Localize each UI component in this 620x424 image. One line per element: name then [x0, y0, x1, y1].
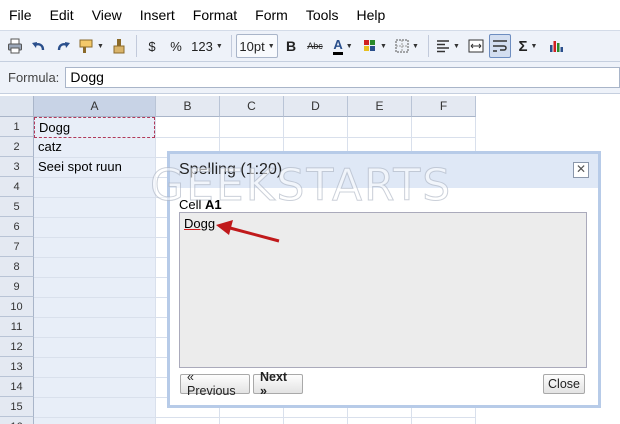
grid-line — [34, 417, 475, 418]
column-header-a[interactable]: A — [34, 96, 156, 117]
column-header-c[interactable]: C — [220, 96, 284, 117]
brush-icon — [113, 39, 125, 54]
menu-file[interactable]: File — [0, 7, 41, 23]
chevron-down-icon: ▼ — [530, 42, 538, 50]
dialog-title: Spelling (1:20) — [170, 154, 598, 188]
bold-button[interactable]: B — [280, 34, 302, 58]
redo-icon — [57, 42, 70, 51]
column-header-f[interactable]: F — [412, 96, 476, 117]
cell-a3[interactable]: Seei spot ruun — [34, 157, 155, 177]
align-button[interactable]: ▼ — [433, 34, 463, 58]
close-button[interactable]: Close — [543, 374, 585, 394]
row-header-2[interactable]: 2 — [0, 137, 34, 157]
borders-icon — [395, 39, 409, 53]
close-icon[interactable]: ✕ — [573, 162, 589, 178]
row-header-15[interactable]: 15 — [0, 397, 34, 417]
undo-icon — [32, 42, 45, 51]
toolbar-divider — [136, 35, 137, 57]
dialog-body: Spelling (1:20) ✕ Cell A1 Dogg « Previou… — [170, 154, 598, 405]
cell-a2[interactable]: catz — [34, 137, 155, 157]
borders-button[interactable]: ▼ — [392, 34, 422, 58]
wrap-text-button[interactable] — [489, 34, 511, 58]
formula-label: Formula: — [8, 70, 60, 85]
cell-a1[interactable]: Dogg — [34, 117, 155, 138]
menu-insert[interactable]: Insert — [131, 7, 184, 23]
paint-format-icon — [79, 39, 93, 53]
row-header-5[interactable]: 5 — [0, 197, 34, 217]
font-size-label: 10pt — [239, 38, 265, 54]
fill-color-icon — [364, 40, 376, 51]
spelling-dialog: Spelling (1:20) ✕ Cell A1 Dogg « Previou… — [167, 151, 601, 408]
chevron-down-icon: ▼ — [215, 42, 223, 50]
row-header-7[interactable]: 7 — [0, 237, 34, 257]
row-header-3[interactable]: 3 — [0, 157, 34, 177]
redo-button[interactable] — [52, 34, 74, 58]
chevron-down-icon: ▼ — [345, 42, 353, 50]
menu-help[interactable]: Help — [348, 7, 395, 23]
spreadsheet-window: File Edit View Insert Format Form Tools … — [0, 0, 620, 424]
number-format-button[interactable]: 123 ▼ — [189, 34, 225, 58]
cell-reference-value: A1 — [205, 197, 222, 212]
menu-view[interactable]: View — [83, 7, 131, 23]
merge-cells-button[interactable] — [465, 34, 487, 58]
formula-bar: Formula: Dogg — [0, 62, 620, 94]
insert-chart-button[interactable] — [545, 34, 567, 58]
number-format-label: 123 — [191, 38, 213, 54]
menu-format[interactable]: Format — [184, 7, 246, 23]
row-header-10[interactable]: 10 — [0, 297, 34, 317]
chevron-down-icon: ▼ — [380, 42, 387, 50]
align-left-icon — [437, 40, 450, 53]
text-color-icon: A — [333, 37, 343, 55]
chart-icon — [550, 41, 563, 52]
toolbar-divider — [231, 35, 232, 57]
wrap-text-icon — [493, 40, 507, 52]
format-menu-button[interactable]: ▼ — [76, 34, 106, 58]
row-header-4[interactable]: 4 — [0, 177, 34, 197]
column-header-b[interactable]: B — [156, 96, 220, 117]
toolbar: ▼ $ % 123 ▼ 10pt ▼ B Abc A ▼ ▼ ▼ ▼ Σ ▼ — [0, 30, 620, 62]
formula-input[interactable]: Dogg — [65, 67, 620, 88]
currency-button[interactable]: $ — [141, 34, 163, 58]
strikethrough-button[interactable]: Abc — [304, 34, 326, 58]
row-header-14[interactable]: 14 — [0, 377, 34, 397]
row-header-1[interactable]: 1 — [0, 117, 34, 137]
row-header-11[interactable]: 11 — [0, 317, 34, 337]
column-header-d[interactable]: D — [284, 96, 348, 117]
cell-reference: Cell A1 — [179, 197, 222, 212]
print-button[interactable] — [4, 34, 26, 58]
menu-tools[interactable]: Tools — [297, 7, 348, 23]
select-all-corner[interactable] — [0, 96, 34, 117]
chevron-down-icon: ▼ — [97, 42, 104, 50]
menu-edit[interactable]: Edit — [41, 7, 83, 23]
font-size-select[interactable]: 10pt ▼ — [236, 34, 278, 58]
menu-form[interactable]: Form — [246, 7, 297, 23]
functions-button[interactable]: Σ ▼ — [513, 34, 543, 58]
chevron-down-icon: ▼ — [267, 42, 275, 50]
misspelled-word[interactable]: Dogg — [184, 216, 215, 231]
percent-button[interactable]: % — [165, 34, 187, 58]
row-header-16[interactable]: 16 — [0, 417, 34, 424]
spelling-text-area[interactable]: Dogg — [179, 212, 587, 368]
text-color-button[interactable]: A ▼ — [328, 34, 358, 58]
row-header-13[interactable]: 13 — [0, 357, 34, 377]
toolbar-divider — [428, 35, 429, 57]
menu-bar: File Edit View Insert Format Form Tools … — [0, 0, 620, 30]
clear-formatting-button[interactable] — [108, 34, 130, 58]
previous-button[interactable]: « Previous — [180, 370, 250, 398]
merge-cells-icon — [468, 39, 484, 53]
column-header-e[interactable]: E — [348, 96, 412, 117]
sigma-icon: Σ — [518, 37, 528, 55]
row-header-12[interactable]: 12 — [0, 337, 34, 357]
next-button[interactable]: Next » — [253, 370, 303, 398]
chevron-down-icon: ▼ — [453, 42, 460, 50]
print-icon — [8, 38, 22, 54]
undo-button[interactable] — [28, 34, 50, 58]
grid-line — [155, 117, 156, 424]
row-header-9[interactable]: 9 — [0, 277, 34, 297]
cell-reference-label: Cell — [179, 197, 202, 212]
chevron-down-icon: ▼ — [412, 42, 419, 50]
fill-color-button[interactable]: ▼ — [360, 34, 390, 58]
row-header-6[interactable]: 6 — [0, 217, 34, 237]
row-header-8[interactable]: 8 — [0, 257, 34, 277]
